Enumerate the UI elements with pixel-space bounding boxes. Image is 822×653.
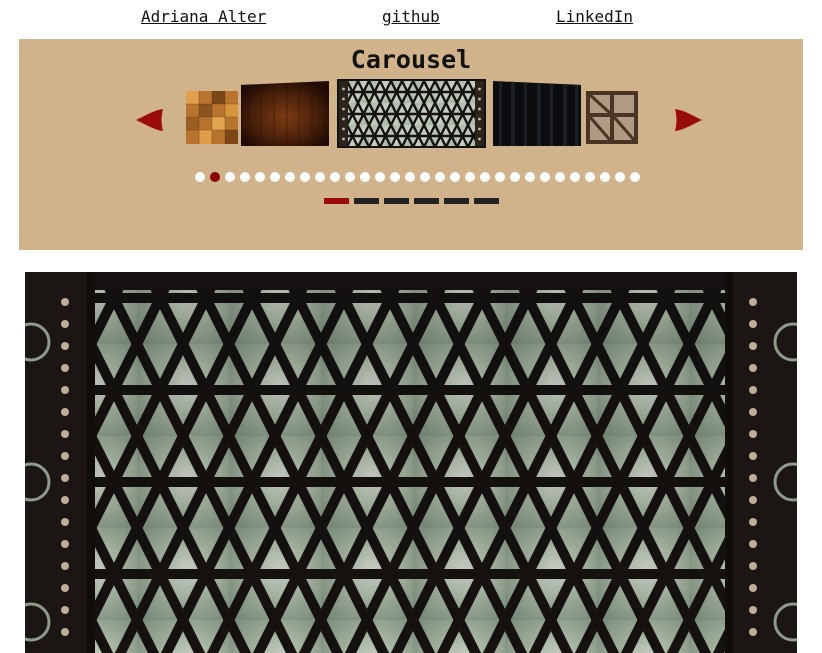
author-link[interactable]: Adriana Alter xyxy=(141,7,266,26)
carousel-dot[interactable] xyxy=(270,172,280,182)
carousel-dot[interactable] xyxy=(390,172,400,182)
next-button[interactable] xyxy=(674,109,702,131)
thumbnail-image xyxy=(493,81,581,146)
thumbnail-image xyxy=(586,91,638,144)
carousel-dot[interactable] xyxy=(225,172,235,182)
previous-button[interactable] xyxy=(136,109,164,131)
carousel-dot[interactable] xyxy=(315,172,325,182)
carousel-thumbnail-curtain[interactable] xyxy=(493,81,581,146)
carousel-dot[interactable] xyxy=(255,172,265,182)
carousel-dot[interactable] xyxy=(285,172,295,182)
carousel-dot[interactable] xyxy=(465,172,475,182)
carousel-dot[interactable] xyxy=(630,172,640,182)
carousel-dot[interactable] xyxy=(540,172,550,182)
carousel-dot-indicators xyxy=(195,172,640,184)
thumbnail-image xyxy=(186,91,238,144)
thumbnail-image xyxy=(339,81,484,146)
main-image-stained-glass xyxy=(25,272,797,653)
carousel-dot[interactable] xyxy=(420,172,430,182)
carousel-thumbnail-stained-glass[interactable] xyxy=(337,79,486,148)
carousel-dot[interactable] xyxy=(330,172,340,182)
carousel-page-bar[interactable] xyxy=(444,198,469,204)
carousel-panel: Carousel xyxy=(19,39,803,250)
carousel-page-bar[interactable] xyxy=(414,198,439,204)
carousel-dot[interactable] xyxy=(510,172,520,182)
carousel-dot[interactable] xyxy=(525,172,535,182)
carousel-dot[interactable] xyxy=(435,172,445,182)
carousel-dot[interactable] xyxy=(360,172,370,182)
arrow-right-icon xyxy=(675,109,702,131)
carousel-dot[interactable] xyxy=(480,172,490,182)
carousel-dot[interactable] xyxy=(600,172,610,182)
carousel-dot[interactable] xyxy=(210,172,220,182)
thumbnail-image xyxy=(241,81,329,146)
carousel-dot[interactable] xyxy=(615,172,625,182)
github-link[interactable]: github xyxy=(382,7,440,26)
carousel-dot[interactable] xyxy=(570,172,580,182)
carousel-dot[interactable] xyxy=(300,172,310,182)
carousel-thumbnail-timber-frame[interactable] xyxy=(586,91,638,144)
carousel-dot[interactable] xyxy=(195,172,205,182)
carousel-thumbnail-parquet[interactable] xyxy=(186,91,238,144)
carousel-dot[interactable] xyxy=(405,172,415,182)
carousel-dot[interactable] xyxy=(450,172,460,182)
carousel-dot[interactable] xyxy=(345,172,355,182)
carousel-dot[interactable] xyxy=(375,172,385,182)
stained-glass-image xyxy=(25,272,797,653)
carousel-thumbnail-dark-wood[interactable] xyxy=(241,81,329,146)
carousel-page-bar[interactable] xyxy=(384,198,409,204)
carousel-page-bars xyxy=(324,198,499,204)
arrow-left-icon xyxy=(136,109,163,131)
carousel-title: Carousel xyxy=(350,45,472,74)
carousel-dot[interactable] xyxy=(240,172,250,182)
carousel-dot[interactable] xyxy=(495,172,505,182)
carousel-dot[interactable] xyxy=(585,172,595,182)
carousel-page-bar[interactable] xyxy=(474,198,499,204)
linkedin-link[interactable]: LinkedIn xyxy=(556,7,633,26)
carousel-page-bar[interactable] xyxy=(324,198,349,204)
carousel-dot[interactable] xyxy=(555,172,565,182)
top-nav: Adriana Alter github LinkedIn xyxy=(0,0,822,34)
carousel-page-bar[interactable] xyxy=(354,198,379,204)
